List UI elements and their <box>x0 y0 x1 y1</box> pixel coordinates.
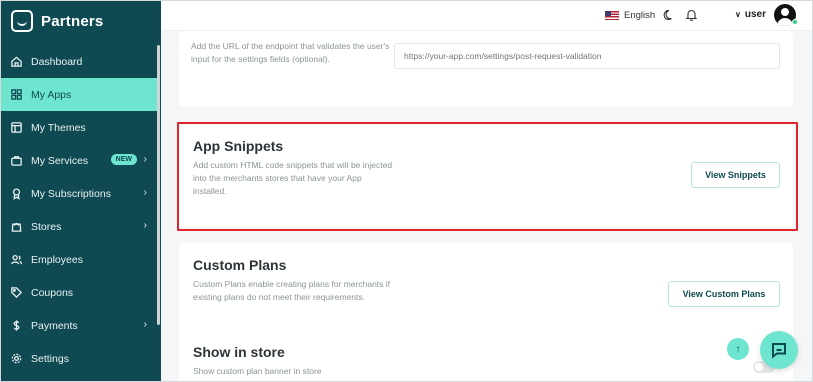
home-icon <box>9 55 23 69</box>
employees-icon <box>9 253 23 267</box>
language-label: English <box>624 10 656 21</box>
sidebar-item-label: Dashboard <box>31 55 83 68</box>
sidebar-nav: Dashboard My Apps My Themes My Services … <box>1 45 159 375</box>
sidebar-item-label: Stores <box>31 220 62 233</box>
sidebar-item-label: Settings <box>31 352 69 365</box>
custom-plans-card: Custom Plans Custom Plans enable creatin… <box>179 243 793 381</box>
sidebar-item-label: My Themes <box>31 121 86 134</box>
topbar: English ∨ user <box>161 1 812 31</box>
validation-url-input[interactable] <box>394 43 780 69</box>
app-window: Partners Dashboard My Apps My Themes My … <box>0 0 813 382</box>
custom-plans-description: Custom Plans enable creating plans for m… <box>193 279 391 302</box>
sidebar-item-my-themes[interactable]: My Themes <box>1 111 159 144</box>
brand-name: Partners <box>41 12 104 30</box>
sidebar-item-coupons[interactable]: Coupons <box>1 276 159 309</box>
sidebar-item-my-services[interactable]: My Services NEW › <box>1 144 159 177</box>
sidebar-item-label: My Apps <box>31 88 72 101</box>
brand[interactable]: Partners <box>11 10 103 32</box>
us-flag-icon <box>605 11 619 20</box>
show-in-store-description: Show custom plan banner in store <box>193 366 322 376</box>
user-menu[interactable]: ∨ user <box>735 9 766 20</box>
sidebar-item-label: Payments <box>31 319 78 332</box>
validation-url-card: Add the URL of the endpoint that validat… <box>179 31 793 107</box>
highlight-box <box>177 122 798 231</box>
chat-icon <box>772 343 786 359</box>
custom-plans-title: Custom Plans <box>193 257 287 273</box>
sidebar-item-dashboard[interactable]: Dashboard <box>1 45 159 78</box>
sidebar-item-my-subscriptions[interactable]: My Subscriptions › <box>1 177 159 210</box>
user-name: user <box>744 9 766 20</box>
chevron-right-icon: › <box>143 220 147 231</box>
sidebar-item-label: Coupons <box>31 286 74 299</box>
bell-icon[interactable] <box>685 8 698 21</box>
chat-support-button[interactable] <box>760 331 798 369</box>
dollar-icon <box>9 319 23 333</box>
sidebar-item-settings[interactable]: Settings <box>1 342 159 375</box>
sidebar-item-label: My Services <box>31 154 89 167</box>
store-icon <box>9 220 23 234</box>
chevron-down-icon: ∨ <box>735 10 741 19</box>
sidebar: Partners Dashboard My Apps My Themes My … <box>1 1 161 381</box>
chevron-right-icon: › <box>143 319 147 330</box>
sidebar-item-label: Employees <box>31 253 83 266</box>
coupon-icon <box>9 286 23 300</box>
arrow-up-icon: ↑ <box>735 343 741 355</box>
partners-logo-icon <box>11 10 33 32</box>
gear-icon <box>9 352 23 366</box>
sidebar-item-label: My Subscriptions <box>31 187 111 200</box>
chevron-right-icon: › <box>143 154 147 165</box>
moon-icon[interactable] <box>663 9 675 21</box>
scroll-to-top-button[interactable]: ↑ <box>727 338 749 360</box>
services-icon <box>9 154 23 168</box>
sidebar-item-payments[interactable]: Payments › <box>1 309 159 342</box>
validation-url-description: Add the URL of the endpoint that validat… <box>191 41 390 64</box>
sidebar-item-stores[interactable]: Stores › <box>1 210 159 243</box>
sidebar-scrollbar[interactable] <box>157 45 160 325</box>
themes-icon <box>9 121 23 135</box>
show-in-store-title: Show in store <box>193 344 285 360</box>
sidebar-item-my-apps[interactable]: My Apps <box>1 78 159 111</box>
language-selector[interactable]: English <box>605 10 655 21</box>
online-status-dot <box>792 19 798 25</box>
sidebar-item-employees[interactable]: Employees <box>1 243 159 276</box>
new-badge: NEW <box>110 154 137 165</box>
subscriptions-icon <box>9 187 23 201</box>
view-custom-plans-button[interactable]: View Custom Plans <box>668 281 780 307</box>
apps-grid-icon <box>9 88 23 102</box>
chevron-right-icon: › <box>143 187 147 198</box>
